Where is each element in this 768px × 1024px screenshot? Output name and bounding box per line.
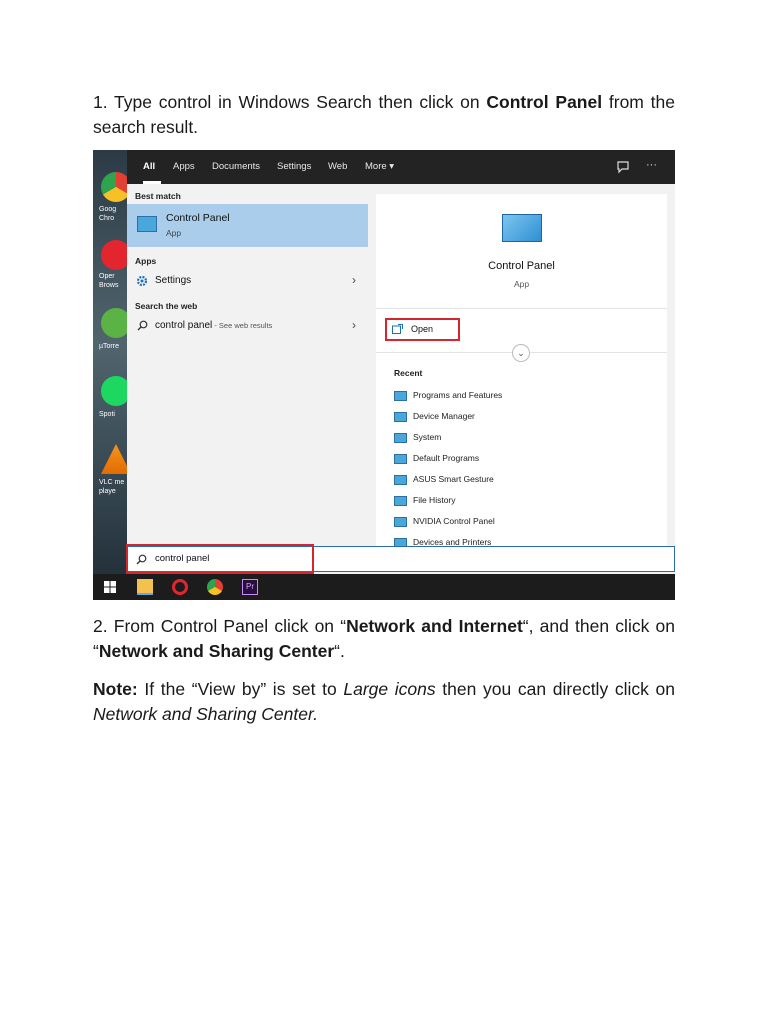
preview-title: Control Panel [488,260,555,272]
control-panel-item-icon [394,517,407,527]
note-italic-1: Large icons [343,679,436,699]
control-panel-item-icon [394,433,407,443]
control-panel-item-icon [394,454,407,464]
step-1-text: 1. Type control in Windows Search then c… [93,92,675,137]
preview-subtitle: App [513,279,530,289]
web-suffix: - See web results [212,321,273,330]
searchbox-callout [126,544,314,574]
control-panel-item-icon [394,496,407,506]
more-icon[interactable]: ··· [646,159,657,171]
file-explorer-icon[interactable] [137,579,153,595]
step-2-bold-1: Network and Internet [346,616,523,636]
control-panel-item-icon [394,475,407,485]
control-panel-icon [137,216,157,232]
settings-label: Settings [155,275,192,286]
tab-apps[interactable]: Apps [173,161,195,172]
best-match-header: Best match [135,191,181,201]
premiere-icon[interactable]: Pr [242,579,258,595]
start-search-panel: All Apps Documents Settings Web More ▾ ·… [127,150,675,580]
chevron-right-icon: › [352,318,356,332]
settings-result[interactable]: Settings › [127,270,368,292]
note-text: Note: If the “View by” is set to Large i… [93,679,675,724]
windows-search-screenshot: Goog Chro Oper Brows µTorre Spoti VLC me… [93,150,675,600]
tab-more[interactable]: More ▾ [365,161,394,172]
step-2-bold-2: Network and Sharing Center [98,641,335,661]
step-1-bold: Control Panel [486,92,603,112]
tab-settings[interactable]: Settings [277,161,311,172]
windows-icon[interactable] [102,579,118,595]
desktop-strip: Goog Chro Oper Brows µTorre Spoti VLC me… [93,150,131,580]
search-tabs: All Apps Documents Settings Web More ▾ ·… [127,150,675,184]
apps-header: Apps [135,256,157,266]
feedback-icon[interactable] [616,160,630,174]
tab-web[interactable]: Web [328,161,347,172]
open-callout [385,318,460,341]
taskbar: Pr [93,574,675,600]
recent-header: Recent [394,368,423,378]
expand-chevron-icon[interactable]: ⌄ [512,344,530,362]
search-web-header: Search the web [135,301,198,311]
control-panel-large-icon [502,214,542,242]
best-match-control-panel[interactable]: Control Panel App [127,204,368,247]
web-result[interactable]: control panel - See web results › [127,315,368,337]
chevron-right-icon: › [352,273,356,287]
opera-icon[interactable] [172,579,188,595]
best-match-title: Control Panel [166,212,230,224]
note-label: Note: [93,679,138,699]
gear-icon [136,275,148,287]
note-italic-2: Network and Sharing Center. [93,704,319,724]
preview-pane: Control Panel App Open ⌄ Recent Programs… [376,194,667,548]
control-panel-item-icon [394,412,407,422]
tab-all[interactable]: All [143,161,155,172]
chrome-icon[interactable] [207,579,223,595]
best-match-subtitle: App [166,228,182,238]
results-list: Best match Control Panel App Apps Settin… [127,184,368,546]
web-query: control panel [155,320,213,331]
control-panel-item-icon [394,391,407,401]
search-icon [137,320,148,331]
step-2-text: 2. From Control Panel click on “Network … [93,616,675,661]
tab-documents[interactable]: Documents [212,161,260,172]
